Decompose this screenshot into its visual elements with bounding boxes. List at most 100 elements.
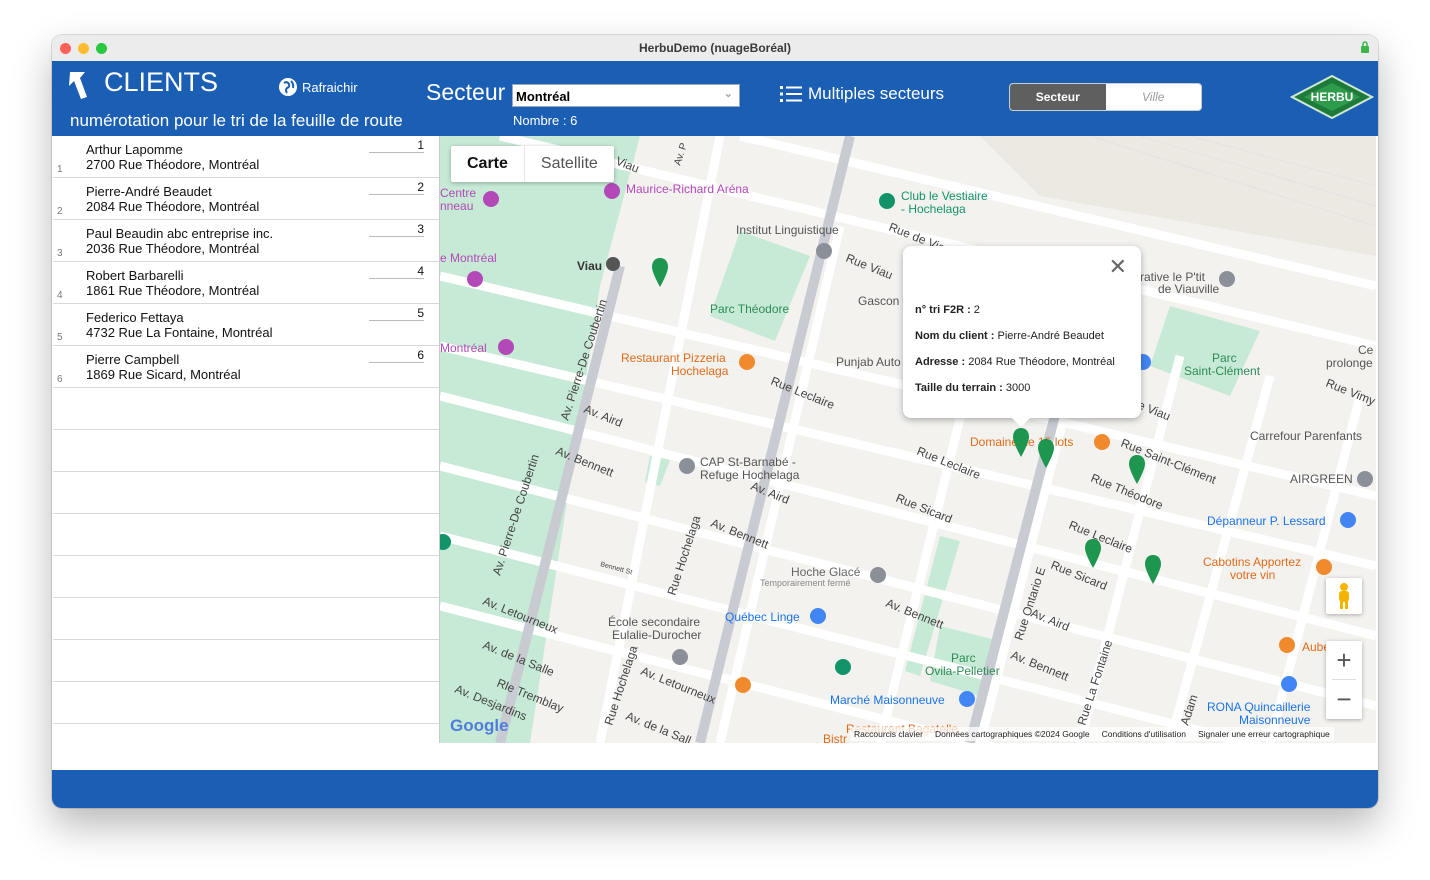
client-row[interactable]: 1 Arthur Lapomme 2700 Rue Théodore, Montré… bbox=[53, 136, 439, 178]
app-window: HerbuDemo (nuageBoréal) CLIENTS numérota… bbox=[52, 35, 1378, 808]
client-address: 2036 Rue Théodore, Montréal bbox=[86, 241, 260, 256]
zoom-in-button[interactable]: + bbox=[1326, 641, 1362, 679]
empty-row bbox=[53, 682, 439, 724]
client-row[interactable]: 4 Robert Barbarelli 1861 Rue Théodore, Mon… bbox=[53, 262, 439, 304]
client-address: 2700 Rue Théodore, Montréal bbox=[86, 157, 260, 172]
map-markers bbox=[440, 183, 1373, 707]
refresh-button[interactable]: Rafraichir bbox=[278, 77, 358, 97]
client-row[interactable]: 3 Paul Beaudin abc entreprise inc. 2036 Ru… bbox=[53, 220, 439, 262]
attrib-report[interactable]: Signaler une erreur cartographique bbox=[1198, 729, 1330, 739]
empty-row bbox=[53, 514, 439, 556]
popup-name-value: Pierre-André Beaudet bbox=[997, 330, 1104, 342]
restaurant-icon bbox=[1094, 434, 1110, 450]
poi-icon bbox=[483, 191, 499, 207]
shop-icon bbox=[959, 691, 975, 707]
row-rank: 2 bbox=[57, 206, 63, 217]
info-window: ✕ n° tri F2R : 2 Nom du client : Pierre-… bbox=[903, 246, 1141, 427]
sort-order-field[interactable]: 4 bbox=[369, 264, 424, 279]
poi-icon bbox=[467, 271, 483, 287]
map-view[interactable]: Maurice-Richard Aréna Centre nneau e Mon… bbox=[440, 136, 1376, 743]
footer-bar bbox=[52, 770, 1378, 808]
logo-text: HERBU bbox=[1311, 90, 1354, 104]
client-marker[interactable] bbox=[1145, 555, 1161, 584]
attrib-terms[interactable]: Conditions d'utilisation bbox=[1102, 729, 1186, 739]
client-row[interactable]: 5 Federico Fettaya 4732 Rue La Fontaine, M… bbox=[53, 304, 439, 346]
client-marker[interactable] bbox=[1129, 455, 1145, 484]
zoom-out-button[interactable]: − bbox=[1326, 680, 1362, 718]
museum-icon bbox=[498, 339, 514, 355]
multiple-sectors-label: Multiples secteurs bbox=[808, 84, 945, 103]
popup-size-value: 3000 bbox=[1005, 382, 1031, 394]
shop-icon bbox=[1281, 676, 1297, 692]
row-rank: 1 bbox=[57, 164, 63, 175]
sort-order-field[interactable]: 6 bbox=[369, 348, 424, 363]
list-icon bbox=[780, 86, 802, 102]
attrib-shortcuts[interactable]: Raccourcis clavier bbox=[854, 729, 923, 739]
tab-satellite[interactable]: Satellite bbox=[525, 146, 614, 182]
back-arrow-icon[interactable] bbox=[65, 69, 91, 101]
empty-row bbox=[53, 388, 439, 430]
row-rank: 6 bbox=[57, 374, 63, 385]
shop-icon bbox=[810, 608, 826, 624]
sort-order-field[interactable]: 1 bbox=[369, 138, 424, 153]
client-name: Pierre-André Beaudet bbox=[86, 184, 212, 199]
attrib-data: Données cartographiques ©2024 Google bbox=[934, 729, 1090, 739]
school-icon bbox=[816, 243, 832, 259]
secteur-label: Secteur bbox=[426, 79, 506, 105]
secteur-value: Montréal bbox=[516, 89, 571, 104]
empty-row bbox=[53, 430, 439, 472]
map-attribution: Raccourcis clavier Données cartographiqu… bbox=[850, 727, 1334, 741]
popup-address-value: 2084 Rue Théodore, Montréal bbox=[968, 356, 1115, 368]
empty-row bbox=[53, 472, 439, 514]
popup-address-label: Adresse : bbox=[915, 356, 966, 368]
herbu-logo: HERBU bbox=[1290, 75, 1374, 119]
tab-map[interactable]: Carte bbox=[451, 146, 525, 182]
row-rank: 3 bbox=[57, 248, 63, 259]
map-type-tabs: Carte Satellite bbox=[451, 146, 614, 182]
client-address: 4732 Rue La Fontaine, Montréal bbox=[86, 325, 273, 340]
client-address: 2084 Rue Théodore, Montréal bbox=[86, 199, 260, 214]
poi-icon bbox=[440, 534, 451, 550]
poi-icon bbox=[870, 567, 886, 583]
metro-icon bbox=[606, 257, 620, 271]
secteur-select[interactable]: Montréal ⌄ bbox=[512, 84, 740, 107]
client-name: Robert Barbarelli bbox=[86, 268, 184, 283]
sort-order-field[interactable]: 2 bbox=[369, 180, 424, 195]
chevron-down-icon: ⌄ bbox=[723, 88, 733, 100]
client-marker[interactable] bbox=[1085, 539, 1101, 568]
sort-order-field[interactable]: 3 bbox=[369, 222, 424, 237]
client-marker[interactable] bbox=[1013, 428, 1029, 457]
row-rank: 4 bbox=[57, 290, 63, 301]
lock-icon bbox=[1361, 41, 1369, 53]
popup-name-label: Nom du client : bbox=[915, 330, 995, 342]
sort-order-field[interactable]: 5 bbox=[369, 306, 424, 321]
poi-icon bbox=[835, 659, 851, 675]
row-rank: 5 bbox=[57, 332, 63, 343]
poi-icon bbox=[679, 458, 695, 474]
secteur-ville-toggle[interactable]: Secteur Ville bbox=[1009, 83, 1202, 111]
client-marker[interactable] bbox=[1038, 439, 1054, 468]
client-marker[interactable] bbox=[652, 258, 668, 287]
shop-icon bbox=[1340, 512, 1356, 528]
bar-icon bbox=[735, 677, 751, 693]
client-row[interactable]: 6 Pierre Campbell 1869 Rue Sicard, Montréa… bbox=[53, 346, 439, 388]
page-title: CLIENTS bbox=[104, 67, 219, 97]
restaurant-icon bbox=[1316, 559, 1332, 575]
globe-refresh-icon bbox=[279, 78, 297, 96]
zoom-controls: + − bbox=[1326, 641, 1362, 719]
toggle-secteur[interactable]: Secteur bbox=[1010, 84, 1106, 110]
client-name: Pierre Campbell bbox=[86, 352, 180, 367]
toggle-ville[interactable]: Ville bbox=[1106, 84, 1202, 110]
multiple-sectors-button[interactable]: Multiples secteurs bbox=[780, 84, 944, 104]
window-title: HerbuDemo (nuageBoréal) bbox=[638, 41, 792, 55]
poi-icon bbox=[879, 193, 895, 209]
popup-tri-label: n° tri F2R : bbox=[915, 304, 971, 316]
close-icon[interactable]: ✕ bbox=[1109, 256, 1127, 278]
school-icon bbox=[672, 649, 688, 665]
street-view-pegman[interactable] bbox=[1326, 578, 1362, 614]
client-row[interactable]: 2 Pierre-André Beaudet 2084 Rue Théodore, … bbox=[53, 178, 439, 220]
header-bar: CLIENTS numérotation pour le tri de la f… bbox=[52, 61, 1378, 136]
empty-row bbox=[53, 640, 439, 682]
pegman-icon bbox=[1339, 583, 1349, 609]
client-address: 1861 Rue Théodore, Montréal bbox=[86, 283, 260, 298]
